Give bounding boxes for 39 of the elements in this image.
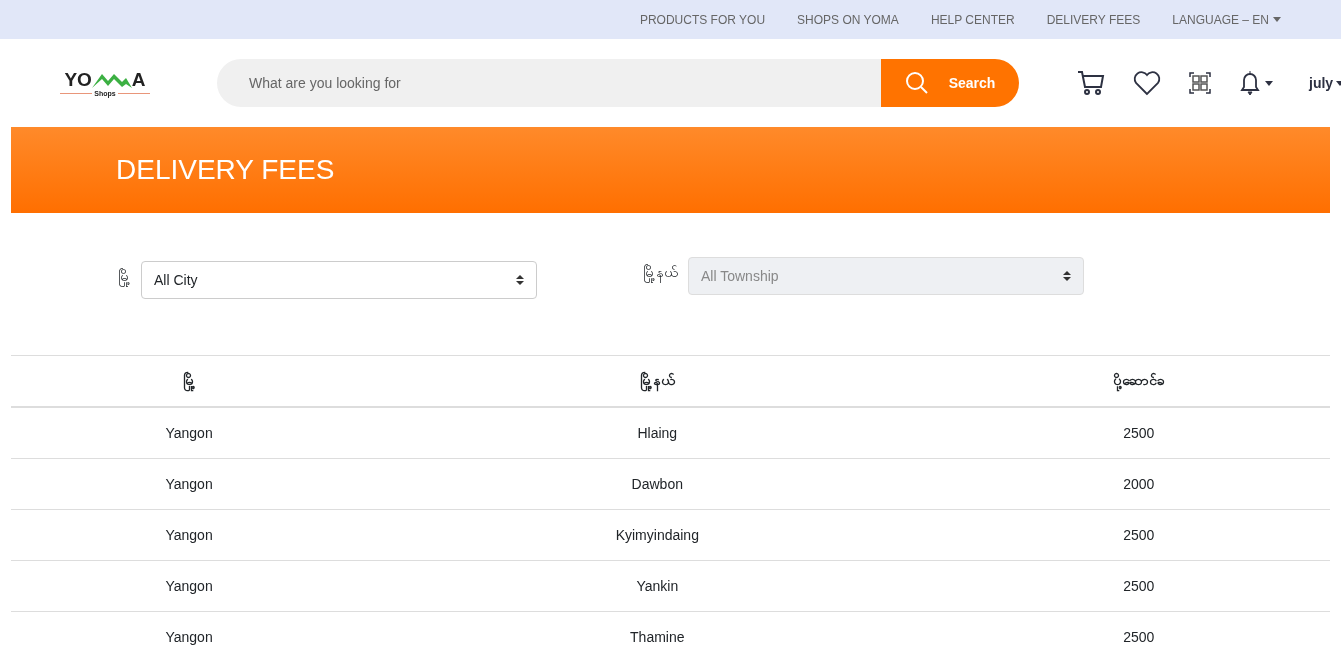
table-cell: 2000 bbox=[947, 458, 1330, 510]
cart-icon[interactable] bbox=[1077, 70, 1105, 96]
search-button[interactable]: Search bbox=[881, 59, 1019, 107]
page-title: DELIVERY FEES bbox=[116, 154, 335, 186]
search-icon bbox=[904, 71, 929, 95]
table-cell: Kyimyindaing bbox=[367, 509, 948, 561]
table-cell: Yangon bbox=[11, 458, 368, 510]
table-cell: Dawbon bbox=[367, 458, 948, 510]
table-cell: Yankin bbox=[367, 560, 948, 612]
column-header: မြို့ bbox=[11, 355, 368, 407]
user-menu[interactable]: july bbox=[1309, 75, 1341, 91]
top-nav-link[interactable]: SHOPS ON YOMA bbox=[797, 12, 899, 27]
top-nav-link[interactable]: PRODUCTS FOR YOU bbox=[639, 12, 766, 27]
column-header: မြို့နယ် bbox=[367, 355, 948, 407]
top-nav-link[interactable]: DELIVERY FEES bbox=[1046, 12, 1141, 27]
table-cell: Thamine bbox=[367, 611, 948, 647]
heart-icon[interactable] bbox=[1133, 70, 1161, 96]
table-cell: Yangon bbox=[11, 407, 368, 459]
table-cell: Yangon bbox=[11, 560, 368, 612]
qr-code-icon[interactable] bbox=[1189, 72, 1211, 94]
notifications-dropdown[interactable] bbox=[1239, 70, 1273, 96]
table-cell: Yangon bbox=[11, 611, 368, 647]
dropdown-select[interactable]: All City bbox=[141, 261, 537, 299]
top-nav-link[interactable]: HELP CENTER bbox=[930, 12, 1015, 27]
search-field[interactable]: What are you looking for bbox=[217, 59, 881, 107]
table-cell: 2500 bbox=[947, 611, 1330, 647]
sort-arrows-icon bbox=[1063, 270, 1071, 282]
language-dropdown[interactable]: LANGUAGE – EN bbox=[1172, 12, 1281, 27]
filter-label: မြို့ bbox=[118, 261, 131, 288]
table-cell: 2500 bbox=[947, 509, 1330, 561]
bell-icon bbox=[1239, 70, 1261, 96]
sort-arrows-icon bbox=[516, 274, 524, 286]
filter-label: မြို့နယ် bbox=[643, 257, 678, 284]
table-cell: Yangon bbox=[11, 509, 368, 561]
table-cell: 2500 bbox=[947, 407, 1330, 459]
table-cell: 2500 bbox=[947, 560, 1330, 612]
column-header: ပို့ဆောင်ခ bbox=[947, 355, 1330, 407]
table-cell: Hlaing bbox=[367, 407, 948, 459]
caret-icon bbox=[1273, 17, 1281, 22]
